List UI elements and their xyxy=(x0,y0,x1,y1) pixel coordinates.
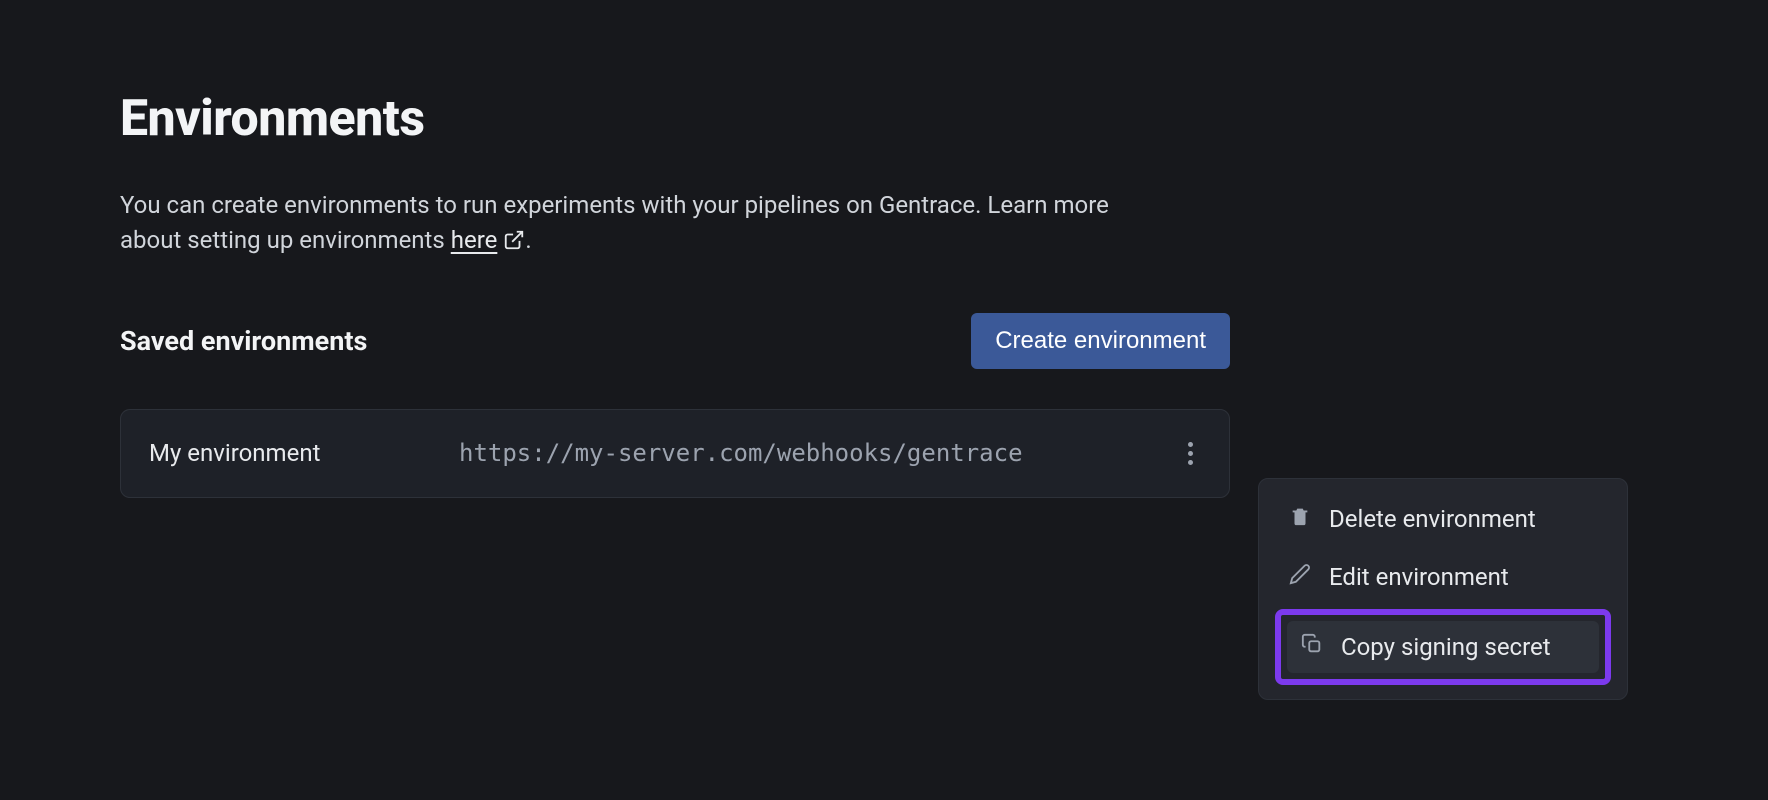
dropdown-item-label: Delete environment xyxy=(1329,505,1536,533)
page-title: Environments xyxy=(120,90,1230,148)
delete-environment-item[interactable]: Delete environment xyxy=(1275,493,1611,545)
description-text: You can create environments to run exper… xyxy=(120,191,1109,254)
external-link-icon xyxy=(503,229,525,251)
dropdown-item-label: Edit environment xyxy=(1329,563,1509,591)
create-environment-button[interactable]: Create environment xyxy=(971,313,1230,369)
environment-name: My environment xyxy=(149,439,419,467)
section-header: Saved environments Create environment xyxy=(120,313,1230,369)
pencil-icon xyxy=(1289,563,1311,591)
environment-url: https://my-server.com/webhooks/gentrace xyxy=(459,439,1140,467)
link-text: here xyxy=(451,223,498,258)
kebab-dot-icon xyxy=(1188,451,1193,456)
environment-row: My environment https://my-server.com/web… xyxy=(120,409,1230,498)
kebab-menu-button[interactable] xyxy=(1180,434,1201,473)
page-description: You can create environments to run exper… xyxy=(120,188,1170,258)
highlight-indicator: Copy signing secret xyxy=(1275,609,1611,685)
description-suffix: . xyxy=(525,226,531,254)
kebab-dot-icon xyxy=(1188,442,1193,447)
environment-actions-dropdown: Delete environment Edit environment Copy… xyxy=(1258,478,1628,700)
trash-icon xyxy=(1289,505,1311,533)
edit-environment-item[interactable]: Edit environment xyxy=(1275,551,1611,603)
dropdown-item-label: Copy signing secret xyxy=(1341,633,1551,661)
kebab-dot-icon xyxy=(1188,460,1193,465)
copy-icon xyxy=(1301,633,1323,661)
learn-more-link[interactable]: here xyxy=(451,223,526,258)
section-title: Saved environments xyxy=(120,325,367,357)
copy-signing-secret-item[interactable]: Copy signing secret xyxy=(1287,621,1599,673)
